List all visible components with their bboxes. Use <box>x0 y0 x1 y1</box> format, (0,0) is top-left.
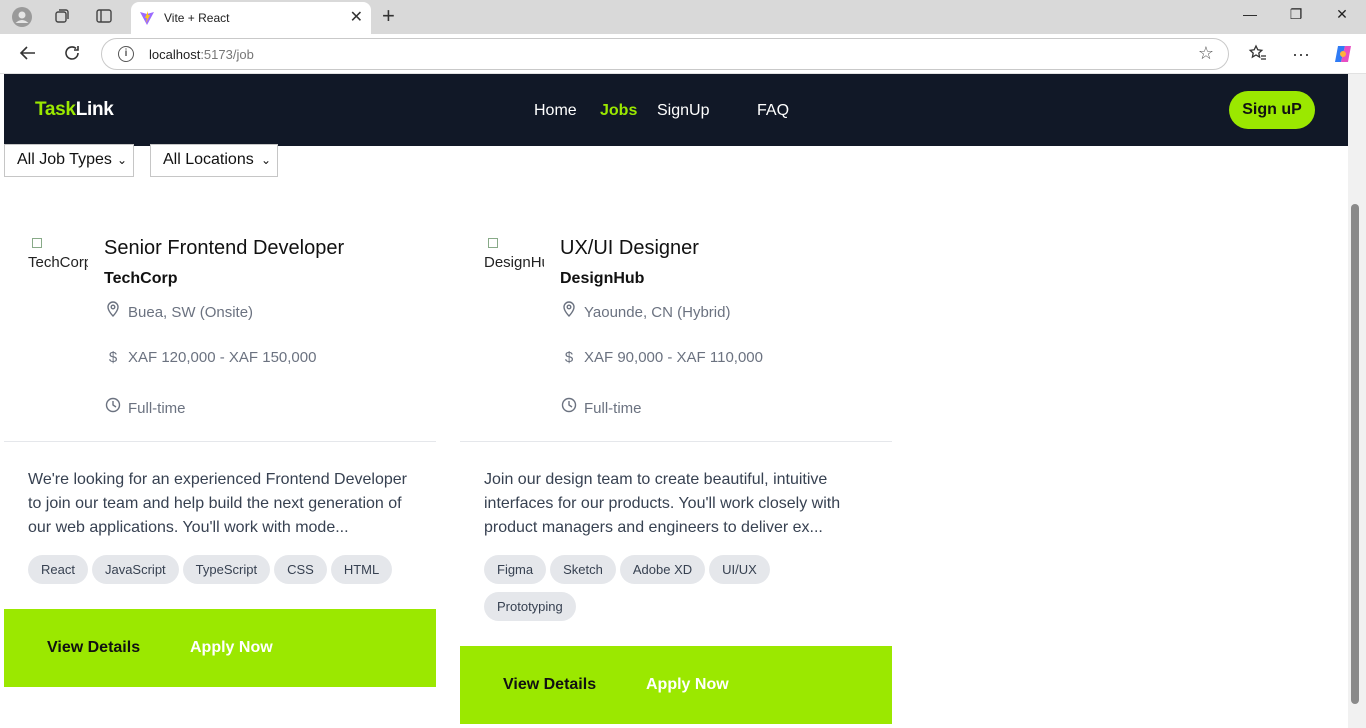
broken-image-icon <box>488 238 498 248</box>
profile-icon[interactable] <box>12 7 32 27</box>
skill-tag: Adobe XD <box>619 555 706 584</box>
tab-actions-icon[interactable] <box>94 7 114 27</box>
nav-faq[interactable]: FAQ <box>757 102 789 120</box>
vite-favicon-icon <box>140 11 154 25</box>
location-text: Yaounde, CN (Hybrid) <box>584 304 731 321</box>
job-type-value: All Job Types <box>17 151 112 168</box>
card-actions: View Details Apply Now <box>4 609 436 687</box>
skill-tag: HTML <box>330 555 393 584</box>
location-value: All Locations <box>163 151 254 168</box>
card-divider <box>4 441 436 442</box>
skill-tags: Figma Sketch Adobe XD UI/UX Prototyping <box>484 555 804 629</box>
job-salary: $ XAF 120,000 - XAF 150,000 <box>104 349 317 366</box>
dollar-icon: $ <box>108 349 118 366</box>
logo-rest-text: Link <box>75 99 114 120</box>
map-pin-icon <box>104 301 122 321</box>
address-bar[interactable]: i localhost:5173/job ☆ <box>101 38 1229 70</box>
workspaces-icon[interactable] <box>52 7 72 27</box>
url-text: localhost:5173/job <box>149 47 254 62</box>
job-card: DesignHub UX/UI Designer DesignHub Yaoun… <box>460 204 892 728</box>
map-pin-icon <box>560 301 578 321</box>
skill-tag: TypeScript <box>182 555 271 584</box>
refresh-icon[interactable] <box>61 43 83 65</box>
url-path: :5173/job <box>200 47 254 62</box>
logo-accent-text: Task <box>35 99 76 120</box>
location-select[interactable]: All Locations ⌄ <box>150 144 278 177</box>
card-divider <box>460 441 892 442</box>
dollar-icon: $ <box>564 349 574 366</box>
nav-jobs[interactable]: Jobs <box>600 102 637 120</box>
skill-tag: React <box>28 555 88 584</box>
company-logo-alt: DesignHub <box>484 254 544 271</box>
job-card: TechCorp Senior Frontend Developer TechC… <box>4 204 436 688</box>
skill-tags: React JavaScript TypeScript CSS HTML <box>28 555 428 592</box>
view-details-button[interactable]: View Details <box>503 676 596 694</box>
job-description: Join our design team to create beautiful… <box>484 471 841 536</box>
clock-icon <box>560 397 578 417</box>
chevron-down-icon: ⌄ <box>116 153 127 167</box>
browser-tab[interactable]: Vite + React ✕ <box>131 2 371 34</box>
nav-home[interactable]: Home <box>534 102 577 120</box>
company-logo-image: TechCorp <box>28 236 88 276</box>
favorite-star-icon[interactable]: ☆ <box>1198 43 1214 64</box>
job-location: Yaounde, CN (Hybrid) <box>560 301 730 321</box>
new-tab-icon[interactable]: + <box>382 5 395 27</box>
minimize-icon[interactable]: — <box>1238 6 1262 22</box>
site-info-icon[interactable]: i <box>118 46 134 62</box>
skill-tag: Figma <box>484 555 547 584</box>
job-title[interactable]: Senior Frontend Developer <box>104 237 344 260</box>
company-name: DesignHub <box>560 270 645 287</box>
company-name: TechCorp <box>104 270 178 287</box>
skill-tag: Sketch <box>550 555 616 584</box>
nav-signup[interactable]: SignUp <box>657 102 709 120</box>
favorites-icon[interactable] <box>1247 43 1269 65</box>
app-viewport: TaskLink Home Jobs SignUp FAQ Sign uP Al… <box>4 74 1348 728</box>
job-type: Full-time <box>104 397 186 417</box>
page-scrollbar[interactable] <box>1348 74 1366 728</box>
url-host: localhost <box>149 47 201 62</box>
copilot-icon[interactable] <box>1332 43 1354 65</box>
company-logo-alt: TechCorp <box>28 254 88 271</box>
company-logo-image: DesignHub <box>484 236 544 276</box>
skill-tag: JavaScript <box>91 555 179 584</box>
back-icon[interactable] <box>17 43 39 65</box>
site-header: TaskLink Home Jobs SignUp FAQ Sign uP <box>4 74 1348 146</box>
more-options-icon[interactable]: ··· <box>1290 43 1312 65</box>
job-type-select[interactable]: All Job Types ⌄ <box>4 144 134 177</box>
clock-icon <box>104 397 122 417</box>
card-actions: View Details Apply Now <box>460 646 892 724</box>
broken-image-icon <box>32 238 42 248</box>
skill-tag: UI/UX <box>709 555 770 584</box>
restore-icon[interactable]: ❐ <box>1284 6 1308 23</box>
job-description: We're looking for an experienced Fronten… <box>28 471 407 536</box>
site-logo[interactable]: TaskLink <box>35 99 114 121</box>
job-type: Full-time <box>560 397 642 417</box>
browser-tab-bar: Vite + React ✕ + — ❐ ✕ <box>0 0 1366 34</box>
chevron-down-icon: ⌄ <box>260 153 271 167</box>
skill-tag: Prototyping <box>484 592 576 621</box>
tab-title: Vite + React <box>164 11 230 25</box>
salary-text: XAF 120,000 - XAF 150,000 <box>128 349 317 366</box>
job-type-text: Full-time <box>128 400 186 417</box>
close-window-icon[interactable]: ✕ <box>1330 6 1354 23</box>
salary-text: XAF 90,000 - XAF 110,000 <box>584 349 763 366</box>
browser-toolbar: i localhost:5173/job ☆ ··· <box>0 34 1366 74</box>
skill-tag: CSS <box>274 555 327 584</box>
tab-close-icon[interactable]: ✕ <box>350 9 363 27</box>
apply-now-button[interactable]: Apply Now <box>646 676 729 694</box>
job-salary: $ XAF 90,000 - XAF 110,000 <box>560 349 763 366</box>
apply-now-button[interactable]: Apply Now <box>190 639 273 657</box>
job-location: Buea, SW (Onsite) <box>104 301 253 321</box>
signup-button[interactable]: Sign uP <box>1229 91 1315 129</box>
scrollbar-thumb[interactable] <box>1351 204 1359 704</box>
location-text: Buea, SW (Onsite) <box>128 304 254 321</box>
job-type-text: Full-time <box>584 400 642 417</box>
view-details-button[interactable]: View Details <box>47 639 140 657</box>
job-title[interactable]: UX/UI Designer <box>560 237 699 260</box>
